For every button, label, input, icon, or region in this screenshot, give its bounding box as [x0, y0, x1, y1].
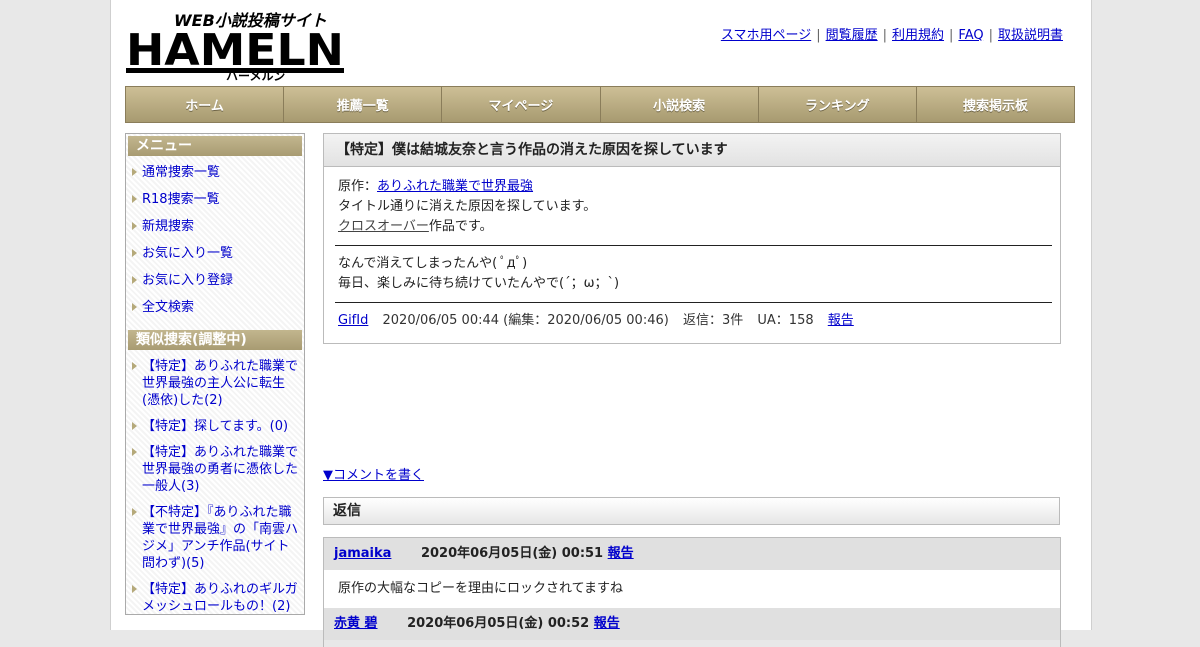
divider: [335, 302, 1052, 303]
reply-meta: jamaika 2020年06月05日(金) 00:51 報告: [324, 538, 1060, 570]
reply-author-link[interactable]: 赤黄 碧: [334, 616, 378, 631]
reply-author-link[interactable]: jamaika: [334, 546, 391, 561]
reply-count: 返信：3件: [682, 313, 744, 328]
separator: |: [988, 28, 993, 43]
main-nav: ホーム 推薦一覧 マイページ 小説検索 ランキング 捜索掲示板: [125, 86, 1075, 123]
manual-link[interactable]: 取扱説明書: [998, 28, 1063, 43]
reply-datetime: 2020年06月05日(金) 00:51: [420, 546, 604, 561]
sidebar: メニュー 通常捜索一覧 R18捜索一覧 新規捜索 お気に入り一覧 お気に入り登録…: [125, 133, 305, 615]
sidebar-item: 新規捜索: [126, 216, 304, 243]
reply-datetime: 2020年06月05日(金) 00:52: [407, 616, 590, 631]
divider: [335, 245, 1052, 246]
history-link[interactable]: 閲覧履歴: [826, 28, 878, 43]
similar-link[interactable]: 【不特定】『ありふれた職業で世界最強』の「南雲ハジメ」アンチ作品(サイト問わず)…: [142, 505, 298, 571]
post-meta: GifId 2020/06/05 00:44 (編集：2020/06/05 00…: [338, 311, 1049, 331]
similar-link[interactable]: 【特定】ありふれた職業で世界最強の勇者に憑依した一般人(3): [142, 445, 298, 494]
separator: |: [949, 28, 954, 43]
similar-item: 【特定】探してます。(0): [126, 416, 304, 442]
similar-link[interactable]: 【特定】ありふれのギルガメッシュロールもの！(2): [142, 582, 298, 614]
similar-link[interactable]: 【特定】探してます。(0): [142, 419, 288, 434]
similar-item: 【不特定】『ありふれた職業で世界最強』の「南雲ハジメ」アンチ作品(サイト問わず)…: [126, 502, 304, 579]
crossover-suffix: 作品です。: [428, 219, 493, 234]
hameln-logo[interactable]: WEB小説投稿サイト HAMELN ハーメルン: [126, 8, 348, 82]
original-work-link[interactable]: ありふれた職業で世界最強: [377, 179, 533, 194]
post-body: 原作：ありふれた職業で世界最強 タイトル通りに消えた原因を探しています。 クロス…: [324, 167, 1060, 331]
fulltext-search-link[interactable]: 全文検索: [142, 300, 194, 315]
r18-search-list-link[interactable]: R18捜索一覧: [142, 192, 220, 207]
reply-meta: 赤黄 碧 2020年06月05日(金) 00:52 報告: [324, 608, 1060, 640]
report-link[interactable]: 報告: [828, 313, 854, 328]
similar-item: 【特定】ありふれた職業で世界最強の主人公に転生(憑依)した(2): [126, 356, 304, 416]
reply-body: 原作の大幅なコピーを理由にロックされてますね: [338, 581, 623, 596]
favorites-add-link[interactable]: お気に入り登録: [142, 273, 233, 288]
separator: |: [816, 28, 821, 43]
ua-count: UA：158: [757, 313, 814, 328]
favorites-list-link[interactable]: お気に入り一覧: [142, 246, 233, 261]
separator: |: [882, 28, 887, 43]
author-link[interactable]: GifId: [338, 313, 368, 328]
sidebar-item: R18捜索一覧: [126, 189, 304, 216]
smartphone-page-link[interactable]: スマホ用ページ: [721, 28, 811, 43]
nav-novel-search[interactable]: 小説検索: [601, 87, 759, 122]
sidebar-item: 全文検索: [126, 297, 304, 324]
logo-kana: ハーメルン: [226, 69, 285, 82]
post-text: なんで消えてしまったんや( ﾟдﾟ): [338, 256, 528, 271]
write-comment-link[interactable]: ▼コメントを書く: [323, 464, 424, 483]
similar-list: 【特定】ありふれた職業で世界最強の主人公に転生(憑依)した(2) 【特定】探して…: [126, 350, 304, 626]
post-text: 毎日、楽しみに待ち続けていたんやで(´；ω；`): [338, 276, 620, 291]
similar-link[interactable]: 【特定】ありふれた職業で世界最強の主人公に転生(憑依)した(2): [142, 359, 298, 408]
nav-ranking[interactable]: ランキング: [759, 87, 917, 122]
normal-search-list-link[interactable]: 通常捜索一覧: [142, 165, 220, 180]
sidebar-menu: 通常捜索一覧 R18捜索一覧 新規捜索 お気に入り一覧 お気に入り登録 全文検索: [126, 156, 304, 328]
original-label: 原作：: [338, 179, 378, 194]
sidebar-item: 通常捜索一覧: [126, 162, 304, 189]
sidebar-item: お気に入り登録: [126, 270, 304, 297]
terms-link[interactable]: 利用規約: [892, 28, 944, 43]
nav-recommend[interactable]: 推薦一覧: [284, 87, 443, 122]
post-datetime: 2020/06/05 00:44 (編集：2020/06/05 00:46): [382, 313, 669, 328]
sidebar-similar-title: 類似捜索(調整中): [128, 330, 302, 350]
nav-mypage[interactable]: マイページ: [442, 87, 601, 122]
faq-link[interactable]: FAQ: [958, 28, 983, 43]
new-search-link[interactable]: 新規捜索: [142, 219, 194, 234]
nav-home[interactable]: ホーム: [126, 87, 285, 122]
similar-item: 【特定】ありふれのギルガメッシュロールもの！(2): [126, 579, 304, 622]
reply-report-link[interactable]: 報告: [608, 546, 634, 561]
reply-section-title: 返信: [323, 497, 1060, 525]
nav-search-board[interactable]: 捜索掲示板: [917, 87, 1074, 122]
sidebar-menu-title: メニュー: [128, 136, 302, 156]
top-links: スマホ用ページ | 閲覧履歴 | 利用規約 | FAQ | 取扱説明書: [721, 24, 1063, 43]
similar-item: 【特定】ありふれた職業で世界最強の勇者に憑依した一般人(3): [126, 442, 304, 502]
reply-list: jamaika 2020年06月05日(金) 00:51 報告 原作の大幅なコピ…: [323, 537, 1061, 647]
post-title: 【特定】僕は結城友奈と言う作品の消えた原因を探しています: [324, 134, 1060, 167]
reply-report-link[interactable]: 報告: [594, 616, 620, 631]
crossover-line: クロスオーバー作品です。: [338, 217, 1049, 237]
crossover-link[interactable]: クロスオーバー: [338, 219, 429, 234]
sidebar-item: お気に入り一覧: [126, 243, 304, 270]
page-container: WEB小説投稿サイト HAMELN ハーメルン スマホ用ページ | 閲覧履歴 | 利用規…: [110, 0, 1092, 647]
search-post: 【特定】僕は結城友奈と言う作品の消えた原因を探しています 原作：ありふれた職業で…: [323, 133, 1061, 344]
original-line: 原作：ありふれた職業で世界最強: [338, 177, 1049, 197]
post-line: タイトル通りに消えた原因を探しています。: [338, 199, 597, 214]
